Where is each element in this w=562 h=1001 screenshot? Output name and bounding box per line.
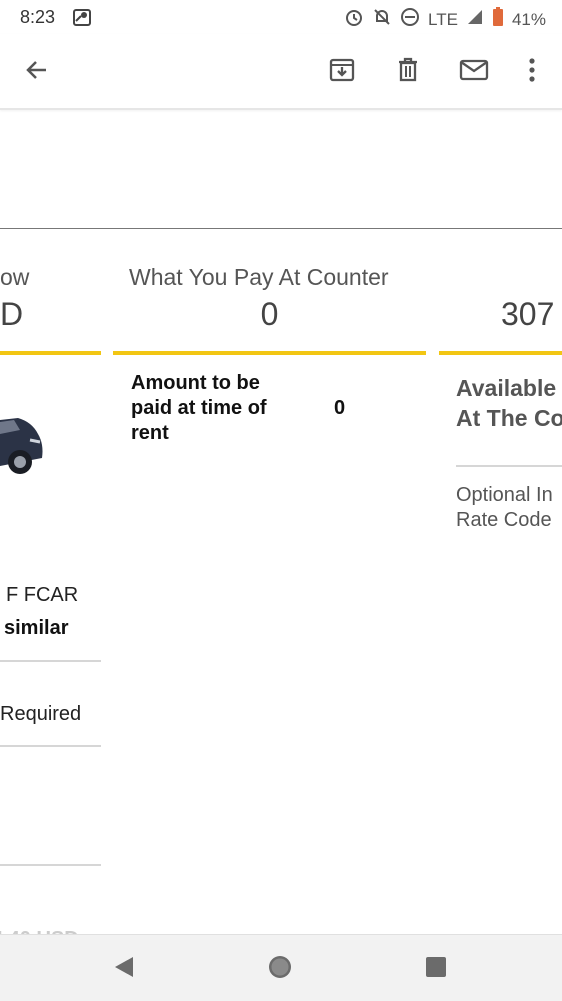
nav-home-icon[interactable] xyxy=(260,947,300,987)
left-column-accent xyxy=(0,351,101,355)
optional-line1: Optional In xyxy=(456,484,553,506)
more-vert-icon[interactable] xyxy=(512,50,552,90)
left-divider-2 xyxy=(0,745,101,747)
middle-column-title: What You Pay At Counter xyxy=(129,264,389,290)
right-title-line1: Available xyxy=(456,375,557,401)
nav-recents-icon[interactable] xyxy=(416,947,456,987)
status-icons: LTE 41% xyxy=(344,7,546,32)
required-label: Required xyxy=(0,703,82,725)
status-time: 8:23 xyxy=(20,7,56,27)
nav-back-icon[interactable] xyxy=(104,947,144,987)
left-divider-3 xyxy=(0,864,101,866)
car-image xyxy=(0,400,46,495)
amount-label: Amount to be paid at time of rent xyxy=(131,372,267,444)
middle-column-value: 0 xyxy=(260,296,279,332)
bell-off-icon xyxy=(372,7,392,32)
right-title-line2: At The Co xyxy=(456,405,562,431)
car-class-label: F FCAR xyxy=(6,584,79,606)
app-bar xyxy=(0,34,562,110)
amount-value: 0 xyxy=(334,397,346,419)
status-bar: 8:23 LTE 41% xyxy=(0,0,562,34)
battery-percent: 41% xyxy=(511,9,546,29)
optional-line2: Rate Code xyxy=(456,509,552,531)
left-divider-1 xyxy=(0,660,101,662)
left-column-title: ow xyxy=(0,264,30,290)
maps-icon xyxy=(72,7,92,32)
right-column-accent xyxy=(439,351,562,355)
signal-icon xyxy=(466,8,484,31)
network-label: LTE xyxy=(428,9,458,29)
middle-column-accent xyxy=(113,351,426,355)
car-similar-label: similar xyxy=(4,617,69,639)
header-divider xyxy=(0,228,562,229)
battery-icon xyxy=(492,7,504,32)
delete-icon[interactable] xyxy=(388,50,428,90)
system-nav-bar xyxy=(0,934,562,1001)
right-divider xyxy=(456,465,562,467)
dnd-icon xyxy=(400,7,420,32)
archive-icon[interactable] xyxy=(322,50,362,90)
left-column-value: D xyxy=(0,296,24,332)
right-column-value: 307 xyxy=(501,296,555,332)
alarm-icon xyxy=(344,7,364,32)
mail-icon[interactable] xyxy=(454,50,494,90)
back-arrow-icon[interactable] xyxy=(17,50,57,90)
